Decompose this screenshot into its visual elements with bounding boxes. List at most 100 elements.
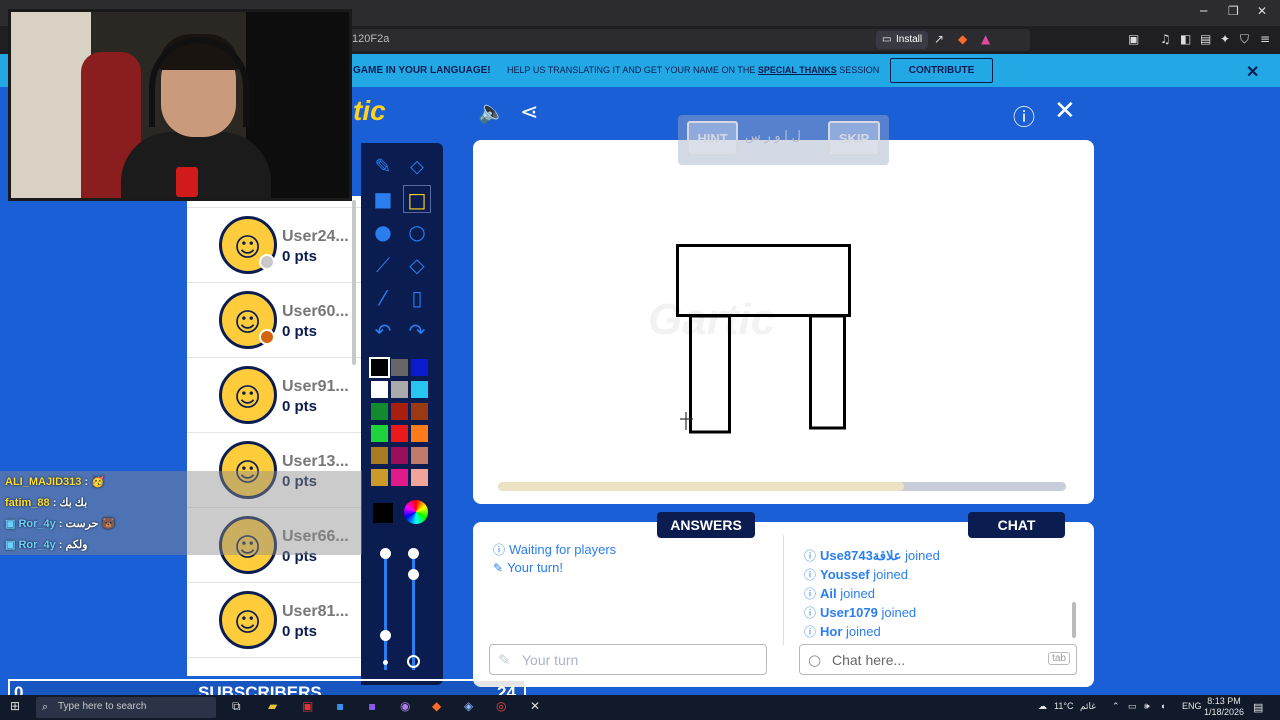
color-swatch[interactable] (411, 381, 428, 398)
eraser-icon[interactable]: ⬦ (403, 152, 431, 180)
stream-chat-message: ▣ Ror_4y : ولكم (5, 539, 88, 551)
pencil-icon[interactable]: ✎ (369, 152, 397, 180)
circle-icon[interactable]: ○ (403, 218, 431, 246)
mic-icon[interactable]: ◖ (1160, 701, 1165, 711)
answer-input[interactable]: ✎ Your turn (489, 644, 767, 675)
brave-shield-icon[interactable]: ◆ (958, 32, 967, 46)
maximize-icon[interactable]: ❐ (1228, 4, 1239, 18)
chat-input[interactable]: ○ Chat here... tab (799, 644, 1077, 675)
filled-rectangle-icon[interactable]: ■ (369, 185, 397, 213)
install-button[interactable]: Install (876, 31, 929, 49)
premiere-icon[interactable]: ▪ (368, 699, 376, 713)
filled-circle-icon[interactable]: ● (369, 218, 397, 246)
color-swatch[interactable] (391, 447, 408, 464)
weather-temp: 11°C (1054, 701, 1074, 711)
smiley-icon: ☺ (234, 608, 262, 638)
leo-icon[interactable]: ✦ (1220, 32, 1230, 46)
wallet-icon[interactable]: ▤ (1200, 32, 1211, 46)
fill-bucket-icon[interactable]: ◇ (403, 251, 431, 279)
skip-button[interactable]: SKIP (828, 121, 880, 156)
color-swatch[interactable] (411, 425, 428, 442)
volume-icon[interactable]: 🕪 (1144, 701, 1150, 712)
undo-icon[interactable]: ↶ (369, 317, 397, 345)
player-list: ☺ User24... 0 pts ☺ User60... 0 pts ☺ User91...… (187, 196, 361, 676)
eyedropper-icon[interactable]: ⁄ (369, 284, 397, 312)
contribute-button[interactable]: CONTRIBUTE (890, 58, 993, 83)
url-text: 120F2a (352, 33, 390, 45)
player-row[interactable]: ☺ User60... 0 pts (187, 283, 361, 358)
color-swatch[interactable] (411, 469, 428, 486)
rectangle-icon[interactable]: □ (403, 185, 431, 213)
color-swatch[interactable] (371, 381, 388, 398)
webcam-overlay (8, 9, 352, 201)
brave-taskbar-icon[interactable]: ◆ (432, 699, 441, 713)
music-icon[interactable]: ♫ (1160, 32, 1171, 46)
color-swatch[interactable] (371, 425, 388, 442)
tab-chat[interactable]: CHAT (968, 512, 1065, 538)
smiley-icon: ☺ (234, 233, 262, 263)
player-name: User24... (282, 228, 349, 245)
stream-chat-message: fatim_88 : بك بك (5, 497, 88, 509)
answer-message: ⓘ Waiting for players (493, 542, 617, 557)
color-swatch[interactable] (371, 403, 388, 420)
color-swatch[interactable] (391, 381, 408, 398)
player-row[interactable]: ☺ User24... 0 pts (187, 208, 361, 283)
tab-answers[interactable]: ANSWERS (657, 512, 755, 538)
color-swatch[interactable] (411, 359, 428, 376)
info-icon: ⓘ (804, 587, 817, 601)
windows-start-icon[interactable]: ⊞ (10, 699, 20, 713)
minimize-icon[interactable]: ─ (1200, 4, 1207, 18)
notification-icon[interactable]: ▤ (1253, 701, 1263, 714)
close-banner-icon[interactable]: ✕ (1246, 62, 1259, 82)
info-icon[interactable]: ⓘ (1013, 100, 1035, 132)
sound-icon[interactable]: 🔈 (478, 100, 505, 125)
player-row[interactable]: ☺ User81... 0 pts (187, 583, 361, 658)
player-drawing (676, 244, 851, 434)
hint-button[interactable]: HINT (687, 121, 738, 156)
special-thanks-link[interactable]: SPECIAL THANKS (758, 65, 837, 75)
chat-scrollbar[interactable] (1072, 602, 1076, 638)
color-swatch[interactable] (411, 403, 428, 420)
player-name: User81... (282, 603, 349, 620)
redo-icon[interactable]: ↷ (403, 317, 431, 345)
app-icon[interactable]: ▣ (302, 699, 313, 713)
color-swatch[interactable] (369, 357, 390, 378)
close-window-icon[interactable]: ✕ (1257, 4, 1267, 18)
avatar: ☺ (219, 591, 277, 649)
steam-icon[interactable]: ◈ (464, 699, 473, 713)
smiley-icon: ☺ (234, 308, 262, 338)
color-swatch[interactable] (371, 469, 388, 486)
vpn-icon[interactable]: ⛉ (1240, 32, 1249, 47)
color-wheel-icon[interactable] (404, 500, 428, 524)
menu-icon[interactable]: ≡ (1260, 32, 1270, 46)
obs-icon[interactable]: ◉ (400, 699, 410, 713)
photoshop-icon[interactable]: ▪ (336, 699, 344, 713)
taskbar-clock[interactable]: 8:13 PM 1/18/2026 (1204, 696, 1244, 718)
color-swatch[interactable] (391, 425, 408, 442)
reader-icon[interactable]: ▣ (1128, 32, 1139, 46)
share-icon[interactable]: ↗ (934, 32, 944, 46)
player-list-scrollbar[interactable] (352, 200, 356, 365)
share-game-icon[interactable]: ⋖ (520, 100, 538, 125)
color-swatch[interactable] (391, 359, 408, 376)
color-swatch[interactable] (391, 469, 408, 486)
file-explorer-icon[interactable]: ▰ (268, 699, 277, 713)
language-indicator[interactable]: ENG (1182, 701, 1202, 711)
rewards-icon[interactable]: ▲ (981, 32, 990, 46)
page-icon[interactable]: ▯ (403, 284, 431, 312)
player-row[interactable]: ☺ User91... 0 pts (187, 358, 361, 433)
sidebar-icon[interactable]: ◧ (1180, 32, 1191, 46)
task-view-icon[interactable]: ⧉ (232, 699, 241, 714)
tray-expand-icon[interactable]: ⌃ (1112, 701, 1120, 712)
color-swatch[interactable] (411, 447, 428, 464)
exit-game-icon[interactable]: ✕ (1054, 96, 1076, 126)
info-icon: ⓘ (804, 606, 817, 620)
color-swatch[interactable] (371, 447, 388, 464)
size-opacity-sliders[interactable] (375, 540, 430, 675)
app3-icon[interactable]: ✕ (530, 699, 540, 713)
game-logo: tic (353, 95, 386, 126)
app2-icon[interactable]: ◎ (496, 699, 506, 713)
line-icon[interactable]: ⟋ (369, 251, 397, 279)
network-icon[interactable]: ▭ (1128, 701, 1137, 712)
color-swatch[interactable] (391, 403, 408, 420)
